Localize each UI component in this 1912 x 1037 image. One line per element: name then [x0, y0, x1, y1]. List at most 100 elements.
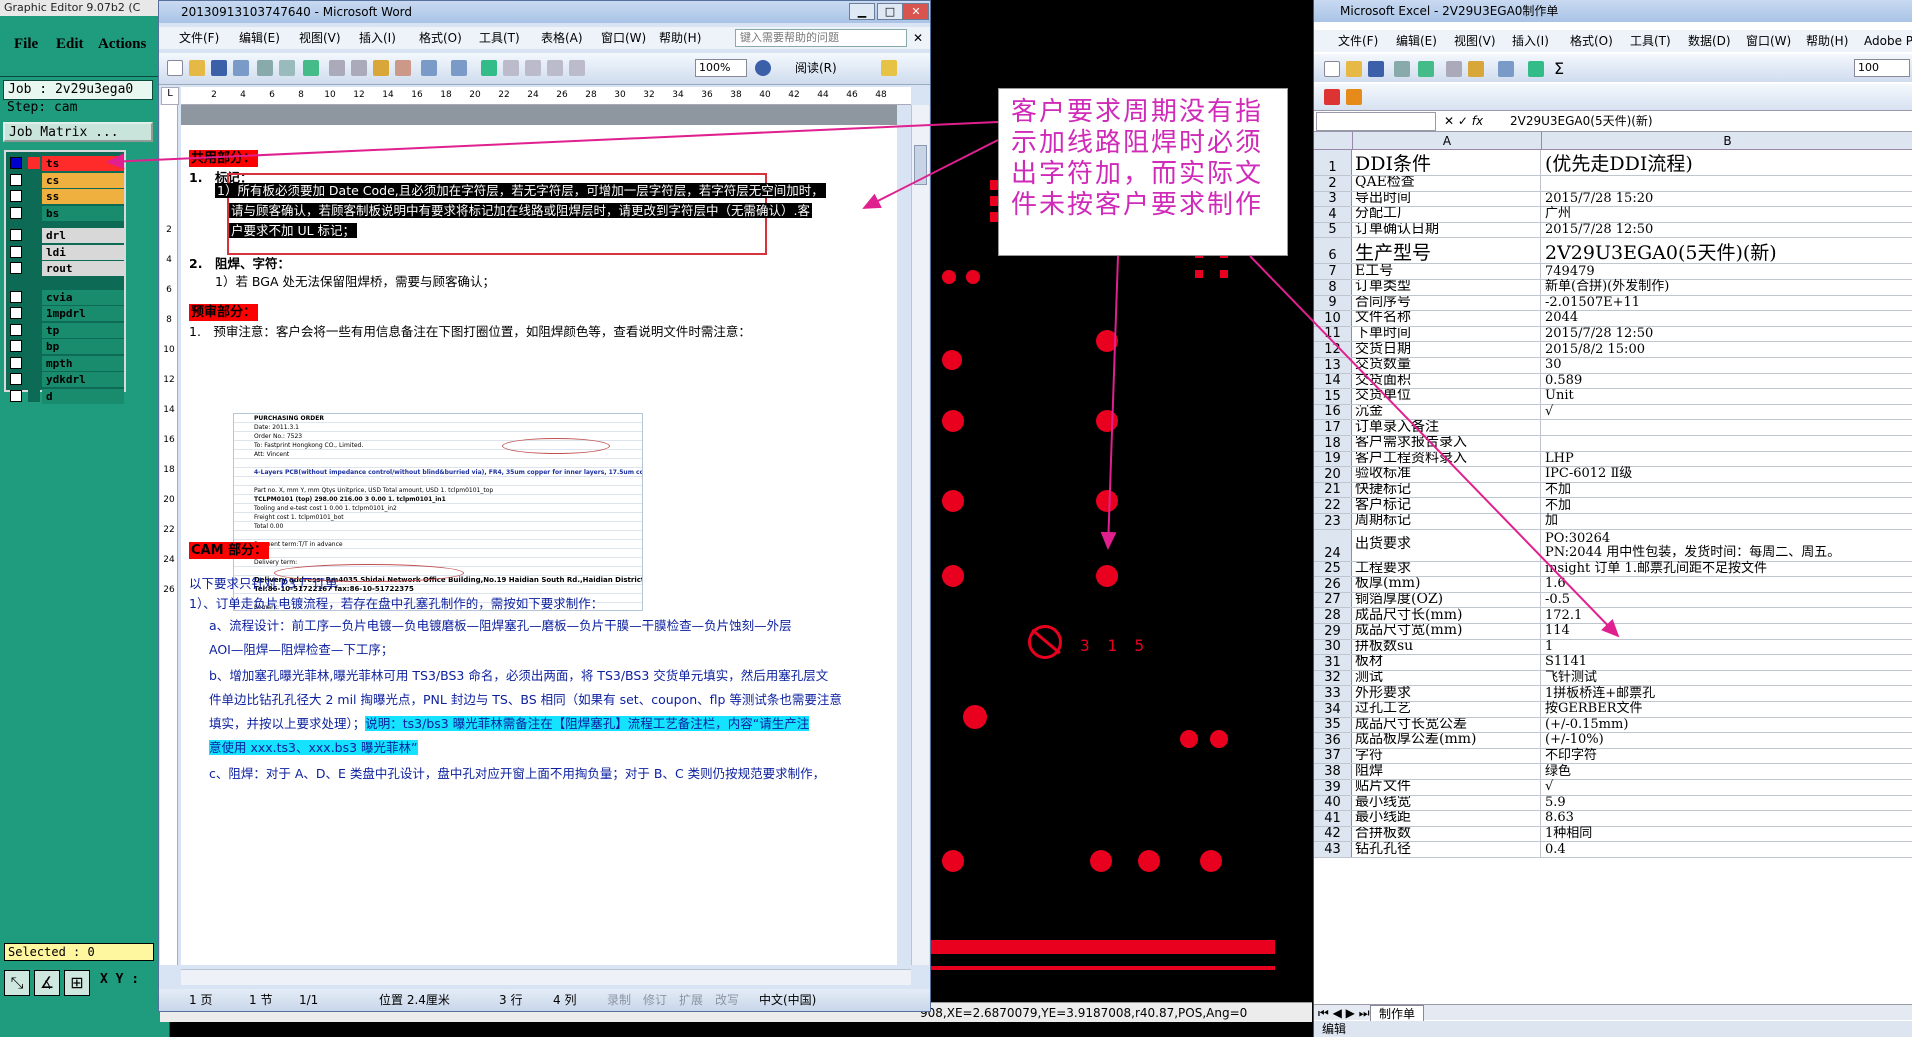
cell-a[interactable]: 成品尺寸长宽公差 — [1353, 717, 1541, 733]
open-icon[interactable] — [189, 60, 205, 76]
columns-icon[interactable] — [547, 60, 563, 76]
row-number[interactable]: 21 — [1314, 482, 1352, 498]
layer-checkbox[interactable] — [10, 206, 22, 219]
tab-nav-icon[interactable]: ⏮ ◀ ▶ ⏭ — [1318, 1005, 1370, 1021]
cell-b[interactable]: 2044 — [1542, 311, 1912, 326]
cell-a[interactable]: 交货日期 — [1353, 342, 1541, 357]
cell-b[interactable]: 2015/7/28 12:50 — [1542, 223, 1912, 238]
menu-window[interactable]: 窗口(W) — [1746, 30, 1791, 52]
row-number[interactable]: 38 — [1314, 764, 1352, 779]
permission-icon[interactable] — [233, 60, 249, 76]
highlight-icon[interactable] — [881, 60, 897, 76]
row-number[interactable]: 20 — [1314, 467, 1352, 482]
cell-a[interactable]: 快捷标记 — [1353, 482, 1541, 498]
cell-a[interactable]: 阻焊 — [1353, 764, 1541, 779]
cell-b[interactable]: 114 — [1542, 624, 1912, 639]
layer-row-ydkdrl[interactable]: ydkdrl — [6, 372, 124, 387]
cell-a[interactable]: 交货面积 — [1353, 373, 1541, 389]
row-number[interactable]: 17 — [1314, 420, 1352, 435]
cell-a[interactable]: 最小线宽 — [1353, 795, 1541, 811]
status-trk[interactable]: 修订 — [643, 989, 667, 1011]
menu-help[interactable]: 帮助(H) — [1806, 30, 1848, 52]
undo-icon[interactable] — [421, 60, 437, 76]
layer-name[interactable]: mpth — [42, 355, 124, 371]
cell-a[interactable]: 订单录入备注 — [1353, 420, 1541, 435]
cell-b[interactable]: -0.5 — [1542, 593, 1912, 608]
save-icon[interactable] — [1368, 61, 1384, 77]
layer-name[interactable]: cs — [42, 172, 124, 188]
spelling-icon[interactable] — [1418, 61, 1434, 77]
layer-name[interactable]: ydkdrl — [42, 372, 124, 387]
layer-name[interactable]: cvia — [42, 289, 124, 305]
paste-icon[interactable] — [373, 60, 389, 76]
column-a-header[interactable]: A — [1353, 132, 1542, 150]
cell-a[interactable]: 字符 — [1353, 748, 1541, 764]
menu-tools[interactable]: 工具(T) — [479, 27, 520, 49]
cell-b[interactable]: 30 — [1542, 358, 1912, 373]
cell-b[interactable]: 172.1 — [1542, 608, 1912, 623]
row-number[interactable]: 32 — [1314, 670, 1352, 686]
cell-b[interactable]: 按GERBER文件 — [1542, 702, 1912, 717]
row-number[interactable]: 39 — [1314, 780, 1352, 795]
row-number[interactable]: 36 — [1314, 733, 1352, 748]
hyperlink-icon[interactable] — [481, 60, 497, 76]
cut-icon[interactable] — [1446, 61, 1462, 77]
cell-b[interactable]: (优先走DDI流程) — [1542, 150, 1912, 175]
maximize-button[interactable]: □ — [877, 3, 903, 20]
menu-file[interactable]: 文件(F) — [179, 27, 219, 49]
menu-insert[interactable]: 插入(I) — [1512, 30, 1549, 52]
row-number[interactable]: 33 — [1314, 686, 1352, 701]
layer-checkbox[interactable] — [10, 307, 22, 319]
cell-b[interactable]: √ — [1542, 405, 1912, 420]
layer-row-bp[interactable]: bp — [6, 339, 124, 354]
cell-a[interactable]: 板厚(mm) — [1353, 577, 1541, 592]
cell-b[interactable]: 0.4 — [1542, 842, 1912, 857]
cell-b[interactable]: insight 订单 1.邮票孔间距不足按文件 — [1542, 561, 1912, 577]
row-number[interactable]: 28 — [1314, 608, 1352, 623]
cell-b[interactable]: 1拼板桥连+邮票孔 — [1542, 686, 1912, 701]
redo-icon[interactable] — [451, 60, 467, 76]
row-number[interactable]: 40 — [1314, 795, 1352, 811]
job-matrix-button[interactable]: Job Matrix ... — [3, 122, 153, 142]
cell-b[interactable]: 1种相同 — [1542, 827, 1912, 842]
row-number[interactable]: 41 — [1314, 811, 1352, 826]
menu-file[interactable]: File — [14, 36, 38, 53]
cell-a[interactable]: 文件名称 — [1353, 311, 1541, 326]
close-button[interactable]: ✕ — [903, 3, 929, 20]
cell-a[interactable]: 板材 — [1353, 655, 1541, 670]
layer-checkbox[interactable] — [10, 157, 22, 169]
pdf-icon[interactable] — [1324, 89, 1340, 105]
row-number[interactable]: 43 — [1314, 842, 1352, 857]
layer-row-cvia[interactable]: cvia — [6, 289, 124, 305]
cell-a[interactable]: 下单时间 — [1353, 326, 1541, 342]
row-number[interactable]: 15 — [1314, 389, 1352, 404]
open-icon[interactable] — [1346, 61, 1362, 77]
menu-data[interactable]: 数据(D) — [1688, 30, 1731, 52]
vertical-scrollbar[interactable] — [911, 105, 929, 965]
cell-b[interactable]: 2V29U3EGA0(5天件)(新) — [1542, 238, 1912, 263]
print-icon[interactable] — [1394, 61, 1410, 77]
cell-b[interactable]: IPC-6012 Ⅱ级 — [1542, 467, 1912, 482]
excel-insert-icon[interactable] — [525, 60, 541, 76]
horizontal-scrollbar[interactable] — [181, 969, 911, 985]
row-number[interactable]: 10 — [1314, 311, 1352, 326]
cell-b[interactable]: (+/-10%) — [1542, 733, 1912, 748]
cell-a[interactable]: 交货单位 — [1353, 389, 1541, 404]
cell-a[interactable]: 导出时间 — [1353, 191, 1541, 207]
preview-icon[interactable] — [279, 60, 295, 76]
row-number[interactable]: 30 — [1314, 639, 1352, 655]
cell-b[interactable]: 0.589 — [1542, 373, 1912, 389]
layer-checkbox[interactable] — [10, 245, 22, 258]
cell-a[interactable]: 贴片文件 — [1353, 780, 1541, 795]
cell-b[interactable]: 2015/7/28 15:20 — [1542, 191, 1912, 207]
row-number[interactable]: 8 — [1314, 280, 1352, 295]
cell-b[interactable]: Unit — [1542, 389, 1912, 404]
cell-b[interactable]: 加 — [1542, 514, 1912, 529]
close-doc-icon[interactable]: ✕ — [913, 27, 923, 49]
row-number[interactable]: 37 — [1314, 748, 1352, 764]
layer-row-d[interactable]: d — [6, 388, 124, 404]
layer-row-ss[interactable]: ss — [6, 189, 124, 204]
cell-b[interactable]: S1141 — [1542, 655, 1912, 670]
row-number[interactable]: 26 — [1314, 577, 1352, 592]
row-number[interactable]: 23 — [1314, 514, 1352, 529]
